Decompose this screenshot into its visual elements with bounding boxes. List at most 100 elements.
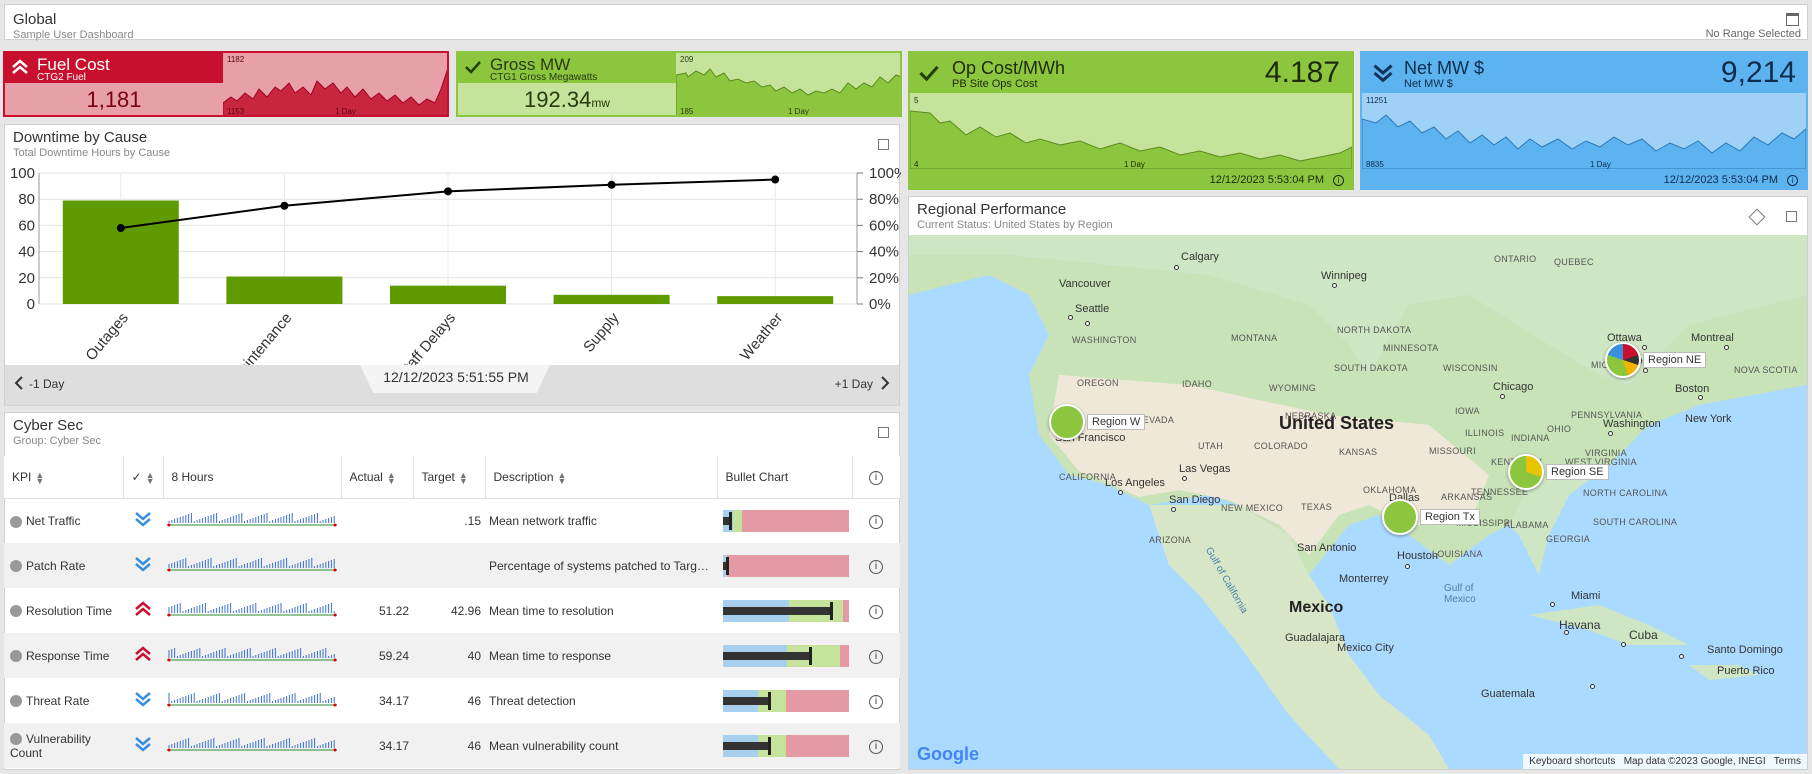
terms-link[interactable]: Terms bbox=[1774, 756, 1801, 767]
state-label: OKLAHOMA bbox=[1363, 485, 1417, 495]
city-dot bbox=[1068, 315, 1073, 320]
expand-icon[interactable] bbox=[878, 427, 889, 438]
calendar-icon[interactable] bbox=[1786, 13, 1799, 26]
kpi-name: Response Time bbox=[4, 633, 123, 678]
info-icon[interactable]: i bbox=[1333, 175, 1344, 186]
chevron-right-icon[interactable] bbox=[879, 375, 891, 391]
col-description[interactable]: Description ▲ ▼ bbox=[485, 456, 718, 499]
y2-tick-label: 20% bbox=[869, 270, 899, 287]
more-icon[interactable] bbox=[10, 695, 22, 708]
description: Threat detection bbox=[489, 693, 576, 708]
city-dot bbox=[1590, 684, 1595, 689]
kpi-value: 1,181 bbox=[86, 87, 142, 112]
info-icon[interactable]: i bbox=[852, 678, 900, 723]
info-icon[interactable]: i bbox=[852, 498, 900, 543]
kpi-gross-mw[interactable]: Gross MW CTG1 Gross Megawatts 192.34mw 2… bbox=[456, 51, 902, 117]
info-icon[interactable]: i bbox=[852, 588, 900, 633]
google-logo: Google bbox=[917, 744, 979, 764]
state-label: TEXAS bbox=[1301, 502, 1333, 512]
state-label: KANSAS bbox=[1339, 447, 1378, 457]
kpi-tick-min: 1153 bbox=[227, 107, 245, 116]
region-marker[interactable] bbox=[1508, 454, 1544, 490]
info-icon[interactable]: i bbox=[852, 456, 901, 499]
col-kpi[interactable]: KPI ▲ ▼ bbox=[4, 456, 124, 499]
info-icon[interactable]: i bbox=[1787, 175, 1798, 186]
y2-tick-label: 60% bbox=[869, 217, 899, 234]
kpi-day-label: 1 Day bbox=[1124, 160, 1145, 169]
opcost-sparkline bbox=[910, 110, 1352, 169]
double-chevron-up-icon bbox=[135, 646, 151, 661]
col-target[interactable]: Target ▲ ▼ bbox=[413, 456, 486, 499]
x-tick-label: Staff Delays bbox=[394, 310, 459, 365]
kpi-subtitle: Net MW $ bbox=[1404, 78, 1453, 90]
table-row[interactable]: Response Time 59.24 40 Mean time to respons… bbox=[4, 633, 900, 678]
bar bbox=[226, 276, 343, 304]
bullet-chart bbox=[717, 633, 852, 678]
more-icon[interactable] bbox=[10, 515, 22, 528]
info-icon[interactable]: i bbox=[852, 723, 900, 768]
sparkline bbox=[167, 558, 337, 572]
more-icon[interactable] bbox=[10, 650, 22, 663]
cyber-table: KPI ▲ ▼ ✓ ▲ ▼ 8 Hours Actual ▲ ▼ Target ▲ ▼ Desc… bbox=[4, 456, 901, 768]
target-value: 40 bbox=[413, 633, 485, 678]
layers-icon[interactable] bbox=[1748, 208, 1766, 226]
bar bbox=[62, 200, 179, 304]
keyboard-shortcuts-link[interactable]: Keyboard shortcuts bbox=[1529, 756, 1615, 767]
state-label: SOUTH DAKOTA bbox=[1334, 363, 1408, 373]
more-icon[interactable] bbox=[10, 733, 22, 746]
more-icon[interactable] bbox=[10, 605, 22, 618]
state-label: GEORGIA bbox=[1546, 534, 1591, 544]
region-marker[interactable] bbox=[1049, 404, 1085, 440]
col-actual[interactable]: Actual ▲ ▼ bbox=[341, 456, 414, 499]
more-icon[interactable] bbox=[10, 560, 22, 573]
kpi-timestamp: 12/12/2023 5:53:04 PM bbox=[1209, 174, 1324, 186]
kpi-value: 4.187 bbox=[1264, 56, 1340, 89]
check-icon bbox=[465, 61, 481, 74]
state-label: QUEBEC bbox=[1554, 257, 1594, 267]
info-icon[interactable]: i bbox=[852, 633, 900, 678]
chevron-left-icon[interactable] bbox=[13, 375, 25, 391]
expand-icon[interactable] bbox=[1786, 211, 1797, 222]
table-row[interactable]: Vulnerability Count 34.17 46 Mean vulnerabi… bbox=[4, 723, 900, 768]
bullet-chart bbox=[717, 723, 852, 768]
kpi-net-mw[interactable]: Net MW $ Net MW $ 9,214 11251 8835 1 Day… bbox=[1360, 51, 1808, 190]
y2-tick-label: 40% bbox=[869, 244, 899, 261]
sparkline bbox=[167, 648, 337, 662]
map[interactable]: United States Mexico Gulf of Mexico Gulf… bbox=[909, 235, 1807, 769]
bullet-chart bbox=[717, 543, 852, 588]
table-row[interactable]: Resolution Time 51.22 42.96 Mean time to re… bbox=[4, 588, 900, 633]
description: Mean time to resolution bbox=[489, 603, 614, 618]
region-label: Region NE bbox=[1643, 352, 1707, 368]
table-row[interactable]: Threat Rate 34.17 46 Threat detection i bbox=[4, 678, 900, 723]
info-icon[interactable]: i bbox=[852, 543, 900, 588]
sparkline bbox=[167, 513, 337, 527]
sparkline-cell bbox=[163, 678, 341, 723]
expand-icon[interactable] bbox=[878, 139, 889, 150]
x-tick-label: Supply bbox=[580, 309, 623, 355]
regional-panel: Regional Performance Current Status: Uni… bbox=[908, 196, 1808, 770]
city-label: New York bbox=[1685, 413, 1732, 425]
state-label: OREGON bbox=[1077, 378, 1119, 388]
bar bbox=[717, 296, 834, 304]
kpi-fuel-cost[interactable]: Fuel Cost CTG2 Fuel 1,181 1182 1153 1 Da… bbox=[3, 51, 449, 117]
col-check[interactable]: ✓ ▲ ▼ bbox=[123, 456, 164, 499]
x-tick-label: Weather bbox=[737, 310, 786, 364]
region-marker[interactable] bbox=[1382, 499, 1418, 535]
cumulative-point bbox=[280, 201, 289, 210]
kpi-tick-min: 185 bbox=[680, 107, 694, 116]
next-day-button[interactable]: +1 Day bbox=[835, 377, 873, 391]
city-label: Chicago bbox=[1493, 381, 1534, 393]
city-label: Mexico City bbox=[1337, 642, 1394, 654]
region-marker[interactable] bbox=[1605, 342, 1641, 378]
table-row[interactable]: Patch Rate Percentage of systems patched … bbox=[4, 543, 900, 588]
state-label: NORTH CAROLINA bbox=[1583, 488, 1668, 498]
col-hours: 8 Hours bbox=[163, 456, 342, 499]
prev-day-button[interactable]: -1 Day bbox=[29, 377, 64, 391]
region-label: Region SE bbox=[1546, 464, 1609, 480]
city-label: Puerto Rico bbox=[1717, 665, 1775, 677]
kpi-op-cost[interactable]: Op Cost/MWh PB Site Ops Cost 4.187 5 4 1… bbox=[908, 51, 1354, 190]
kpi-name: Vulnerability Count bbox=[4, 723, 123, 768]
table-row[interactable]: Net Traffic .15 Mean network traffic i bbox=[4, 498, 900, 543]
target-value: 46 bbox=[413, 723, 485, 768]
kpi-subtitle: PB Site Ops Cost bbox=[952, 78, 1038, 90]
